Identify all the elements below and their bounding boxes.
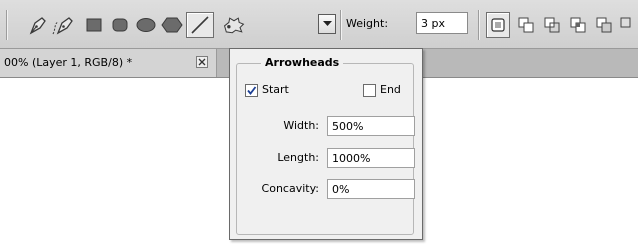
width-label: Width: (283, 119, 319, 132)
subtract-from-shape-area-icon[interactable] (514, 14, 538, 36)
close-icon[interactable] (196, 56, 208, 68)
polygon-tool-icon[interactable] (160, 14, 184, 36)
rectangle-tool-icon[interactable] (82, 14, 106, 36)
document-tab[interactable]: 00% (Layer 1, RGB/8) * (0, 49, 217, 77)
arrowheads-title: Arrowheads (261, 56, 344, 69)
concavity-input[interactable] (327, 179, 415, 199)
start-label: Start (262, 83, 289, 96)
arrowheads-panel: Arrowheads Start End Width: Length: Conc… (229, 48, 423, 240)
line-tool-icon[interactable] (186, 12, 214, 38)
rounded-rectangle-tool-icon[interactable] (108, 14, 132, 36)
weight-label: Weight: (346, 17, 389, 30)
document-tab-title: 00% (Layer 1, RGB/8) * (4, 56, 133, 69)
start-checkbox[interactable] (245, 84, 258, 97)
concavity-label: Concavity: (261, 182, 319, 195)
exclude-overlapping-areas-icon[interactable] (566, 14, 590, 36)
pen-tool-icon[interactable] (26, 14, 50, 36)
intersect-shape-areas-icon[interactable] (540, 14, 564, 36)
custom-shape-tool-icon[interactable] (222, 14, 246, 36)
end-label: End (380, 83, 401, 96)
end-checkbox[interactable] (363, 84, 376, 97)
chevron-down-icon[interactable] (318, 14, 336, 34)
toolbar-separator (478, 10, 479, 40)
path-operation-icon[interactable] (618, 14, 638, 36)
ellipse-tool-icon[interactable] (134, 14, 158, 36)
add-to-shape-area-icon[interactable] (486, 12, 510, 38)
length-label: Length: (277, 151, 319, 164)
arrowheads-group: Arrowheads Start End Width: Length: Conc… (236, 56, 415, 235)
path-operation-icon[interactable] (592, 14, 616, 36)
length-input[interactable] (327, 148, 415, 168)
toolbar-separator (6, 10, 7, 40)
checkmark-icon (247, 86, 257, 95)
weight-input[interactable] (416, 12, 468, 34)
width-input[interactable] (327, 116, 415, 136)
toolbar-separator (340, 10, 341, 40)
freeform-pen-tool-icon[interactable] (52, 14, 76, 36)
options-bar: Weight: (0, 0, 638, 49)
